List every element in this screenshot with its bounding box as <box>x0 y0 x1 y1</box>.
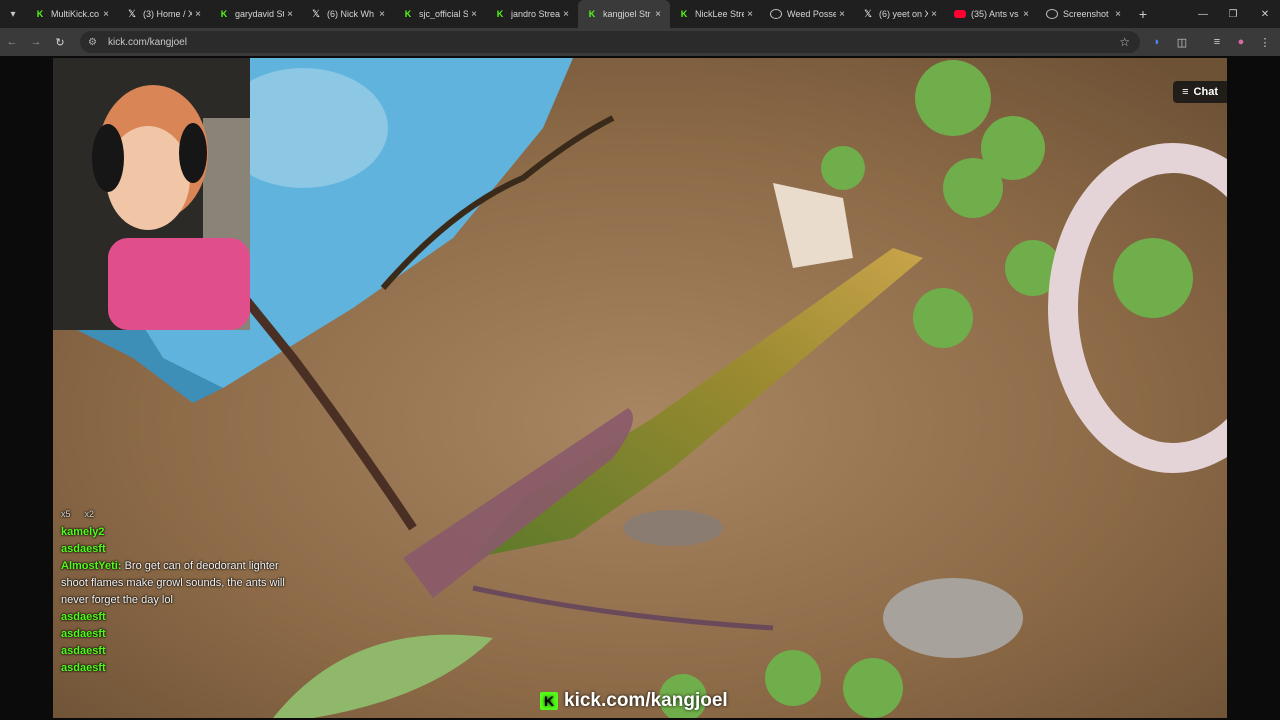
tab-title: (6) yeet on X <box>879 9 928 19</box>
x-favicon-icon: 𝕏 <box>863 8 873 20</box>
chat-username: asdaesft <box>61 662 106 674</box>
badge-count-1: x5 <box>61 508 71 519</box>
tab-title: NickLee Stre <box>695 9 744 19</box>
browser-tab[interactable]: (35) Ants vs × <box>946 0 1038 28</box>
tab-close-icon[interactable]: × <box>192 9 204 20</box>
kick-favicon-icon: K <box>36 9 44 19</box>
tab-strip: ▾ K MultiKick.co × 𝕏 (3) Home / X × Kgarydavid… <box>0 0 1280 28</box>
watermark-text: kick.com/kangjoel <box>564 690 728 711</box>
chat-message: AlmostYeti: Bro get can of deodorant lig… <box>61 558 301 609</box>
chat-message: asdaesft <box>61 660 301 677</box>
address-bar[interactable]: ⚙ kick.com/kangjoel ☆ <box>80 31 1140 53</box>
browser-tab[interactable]: Kjandro Strea × <box>486 0 578 28</box>
chat-username: AlmostYeti: <box>61 560 122 572</box>
forward-icon[interactable]: → <box>24 28 48 56</box>
profile-avatar[interactable]: ● <box>1229 28 1253 56</box>
browser-tab[interactable]: Kgarydavid St × <box>210 0 302 28</box>
kick-favicon-icon: K <box>496 9 504 19</box>
tab-close-icon[interactable]: × <box>744 9 756 20</box>
browser-tab[interactable]: 𝕏 (6) yeet on X × <box>854 0 946 28</box>
extension-icon[interactable]: ◗ <box>1145 28 1169 56</box>
youtube-favicon-icon <box>954 10 966 18</box>
chat-username: asdaesft <box>61 543 106 555</box>
tab-close-icon[interactable]: × <box>652 9 664 20</box>
chat-message: asdaesft <box>61 626 301 643</box>
browser-tab[interactable]: K NickLee Stre × <box>670 0 762 28</box>
tab-close-icon[interactable]: × <box>376 9 388 20</box>
tab-title: (6) Nick Wh <box>327 9 374 19</box>
tab-title: (35) Ants vs <box>971 9 1019 19</box>
browser-tab[interactable]: 𝕏 (6) Nick Wh × <box>302 0 394 28</box>
back-icon[interactable]: ← <box>0 28 24 56</box>
tab-close-icon[interactable]: × <box>468 9 480 20</box>
chat-username: asdaesft <box>61 611 106 623</box>
chat-message: asdaesft <box>61 609 301 626</box>
close-window-icon[interactable]: ✕ <box>1250 0 1280 28</box>
site-info-icon[interactable]: ⚙ <box>88 37 104 48</box>
chat-message: kamely2 <box>61 524 301 541</box>
chat-username: kamely2 <box>61 526 105 538</box>
chat-message: asdaesft <box>61 643 301 660</box>
video-player[interactable]: ≡ Chat x5 x2 kamely2 asdaesft AlmostYeti: … <box>53 58 1227 718</box>
streamer-webcam <box>53 58 250 330</box>
tab-title: Weed Posse <box>787 9 836 19</box>
tab-title: jandro Strea <box>511 9 560 19</box>
tab-title: garydavid St <box>235 9 284 19</box>
globe-favicon-icon <box>770 9 782 19</box>
tab-close-icon[interactable]: × <box>560 9 572 20</box>
x-favicon-icon: 𝕏 <box>311 8 321 20</box>
tab-close-icon[interactable]: × <box>1112 9 1124 20</box>
chat-list-icon: ≡ <box>1182 86 1189 98</box>
chat-button-label: Chat <box>1193 86 1218 98</box>
reload-icon[interactable]: ↻ <box>48 28 72 56</box>
chat-username: asdaesft <box>61 645 106 657</box>
page: ≡ Chat x5 x2 kamely2 asdaesft AlmostYeti: … <box>0 56 1280 720</box>
browser-tab[interactable]: Kkangjoel Str × <box>578 0 670 28</box>
globe-favicon-icon <box>1046 9 1058 19</box>
overlay-chat: x5 x2 kamely2 asdaesft AlmostYeti: Bro get… <box>61 504 301 677</box>
tab-title: (3) Home / X <box>143 9 192 19</box>
browser-tab[interactable]: K MultiKick.co × <box>26 0 118 28</box>
reading-list-icon[interactable]: ≡ <box>1205 28 1229 56</box>
browser-tab[interactable]: Weed Posse × <box>762 0 854 28</box>
tab-title: MultiKick.co <box>51 9 100 19</box>
url-text: kick.com/kangjoel <box>108 36 187 48</box>
restore-icon[interactable]: ❐ <box>1218 0 1248 28</box>
tab-close-icon[interactable]: × <box>836 9 848 20</box>
kick-favicon-icon: K <box>220 9 228 19</box>
browser-tab[interactable]: Screenshot × <box>1038 0 1130 28</box>
browser-tab[interactable]: Ksjc_official S × <box>394 0 486 28</box>
menu-icon[interactable]: ⋮ <box>1253 28 1277 56</box>
tab-search-icon[interactable]: ▾ <box>0 0 26 28</box>
tab-close-icon[interactable]: × <box>928 9 940 20</box>
chat-toggle-button[interactable]: ≡ Chat <box>1173 81 1227 103</box>
x-favicon-icon: 𝕏 <box>127 8 137 20</box>
badge-count-2: x2 <box>84 508 95 519</box>
chat-username: asdaesft <box>61 628 106 640</box>
kick-favicon-icon: K <box>404 9 412 19</box>
chat-message: asdaesft <box>61 541 301 558</box>
tab-close-icon[interactable]: × <box>1020 9 1032 20</box>
browser-toolbar: ← → ↻ ⚙ kick.com/kangjoel ☆ <box>0 28 1280 56</box>
kick-favicon-icon: K <box>680 9 688 19</box>
tab-title: kangjoel Str <box>603 9 651 19</box>
new-tab-button[interactable]: + <box>1130 0 1156 28</box>
browser-tab[interactable]: 𝕏 (3) Home / X × <box>118 0 210 28</box>
tab-close-icon[interactable]: × <box>100 9 112 20</box>
extensions-puzzle-icon[interactable]: ◫ <box>1170 28 1194 56</box>
stream-watermark: K kick.com/kangjoel <box>540 690 728 712</box>
chat-badges: x5 x2 <box>61 504 301 524</box>
tab-title: sjc_official S <box>419 9 468 19</box>
kick-favicon-icon: K <box>588 9 596 19</box>
bookmark-star-icon[interactable]: ☆ <box>1119 35 1130 49</box>
kick-logo-icon: K <box>540 692 558 710</box>
minimize-icon[interactable]: — <box>1188 0 1218 28</box>
tab-close-icon[interactable]: × <box>284 9 296 20</box>
tab-title: Screenshot <box>1063 9 1109 19</box>
